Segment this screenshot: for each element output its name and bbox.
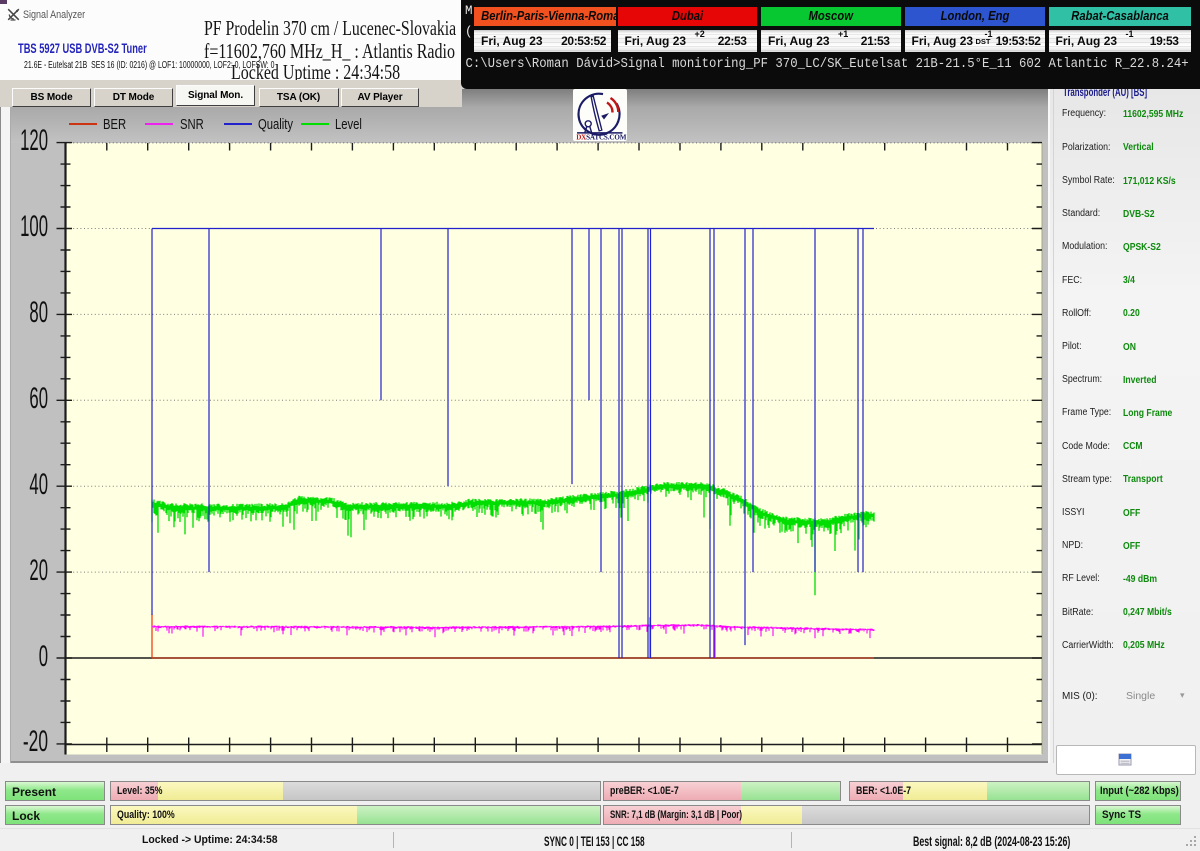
svg-text:DXSATCS.COM: DXSATCS.COM: [576, 133, 627, 141]
svg-text:0: 0: [39, 640, 48, 673]
svg-text:60: 60: [29, 382, 48, 415]
svg-text:120: 120: [20, 124, 48, 157]
svg-text:40: 40: [29, 468, 48, 501]
svg-text:-20: -20: [23, 725, 48, 758]
svg-text:100: 100: [20, 210, 48, 243]
svg-text:80: 80: [29, 296, 48, 329]
svg-text:20: 20: [29, 554, 48, 587]
